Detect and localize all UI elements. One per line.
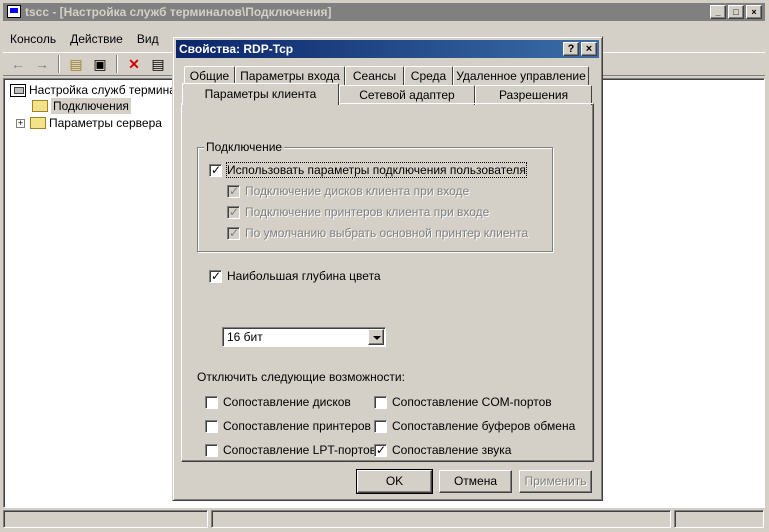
chevron-down-icon[interactable] [368,329,384,345]
help-button[interactable]: ? [563,42,579,56]
color-depth-label: Наибольшая глубина цвета [227,269,381,283]
connect-drives-label: Подключение дисков клиента при входе [245,184,470,198]
tab-environment[interactable]: Среда [404,66,453,86]
printer-mapping-checkbox[interactable]: Сопоставление принтеров [205,418,371,434]
checkbox-box[interactable] [205,419,218,433]
main-window-title: tscc - [Настройка служб терминалов\Подкл… [25,5,332,19]
tab-sessions[interactable]: Сеансы [345,66,404,86]
checkbox-box [227,184,240,198]
properties-icon[interactable]: ▤ [147,54,169,74]
console-app-icon [7,5,21,18]
tab-network-adapter[interactable]: Сетевой адаптер [339,85,475,105]
expand-icon[interactable]: + [16,118,25,128]
checkbox-box[interactable] [209,269,222,283]
statusbar [3,510,765,530]
color-depth-value: 16 бит [227,330,263,344]
status-cell [3,510,208,528]
color-depth-select[interactable]: 16 бит [222,327,386,347]
connect-printers-label: Подключение принтеров клиента при входе [245,205,490,219]
checkbox-box[interactable] [374,395,387,409]
forward-icon[interactable]: → [31,54,53,74]
drive-mapping-checkbox[interactable]: Сопоставление дисков [205,394,351,410]
audio-mapping-checkbox[interactable]: Сопоставление звука [374,442,511,458]
checkbox-box [227,205,240,219]
ok-button[interactable]: OK [356,469,433,494]
apply-button[interactable]: Применить [519,470,592,493]
disable-heading: Отключить следующие возможности: [197,370,405,384]
close-button[interactable]: × [746,5,762,19]
tab-panel-client-settings: Подключение Использовать параметры подкл… [181,103,594,462]
checkbox-box[interactable] [374,419,387,433]
tab-permissions[interactable]: Разрешения [475,85,592,105]
dialog-close-button[interactable]: × [581,42,597,56]
toolbar-separator [58,55,60,73]
dialog-title: Свойства: RDP-Tcp [179,42,294,56]
tree-root-label: Настройка служб терминал [29,83,183,97]
properties-dialog: Свойства: RDP-Tcp ? × Общие Параметры вх… [172,36,603,501]
tree-item-connections[interactable]: Подключения [32,98,131,114]
use-user-settings-label: Использовать параметры подключения польз… [226,162,527,178]
folder-icon [32,100,48,112]
tree-item-server-settings-label: Параметры сервера [49,116,162,130]
menu-view[interactable]: Вид [130,30,166,48]
audio-mapping-label: Сопоставление звука [392,443,512,457]
checkbox-box[interactable] [209,163,222,177]
default-printer-checkbox: По умолчанию выбрать основной принтер кл… [227,225,528,241]
status-cell [674,510,764,528]
maximize-button[interactable]: □ [728,5,744,19]
drive-mapping-label: Сопоставление дисков [223,395,351,409]
color-depth-checkbox[interactable]: Наибольшая глубина цвета [209,268,381,284]
back-icon[interactable]: ← [7,54,29,74]
menubar: Консоль Действие Вид [3,30,166,48]
connect-printers-checkbox: Подключение принтеров клиента при входе [227,204,489,220]
minimize-button[interactable]: _ [710,5,726,19]
menu-action[interactable]: Действие [63,30,130,48]
clipboard-mapping-label: Сопоставление буферов обмена [392,419,576,433]
tab-remote-control[interactable]: Удаленное управление [453,66,589,86]
menu-console[interactable]: Консоль [3,30,63,48]
toolbar-separator [116,55,118,73]
dialog-titlebar[interactable]: Свойства: RDP-Tcp ? × [176,40,599,58]
use-user-settings-checkbox[interactable]: Использовать параметры подключения польз… [209,162,527,178]
up-folder-icon[interactable]: ▤ [65,54,87,74]
default-printer-label: По умолчанию выбрать основной принтер кл… [245,226,529,240]
delete-icon[interactable]: ✕ [123,54,145,74]
com-mapping-label: Сопоставление COM-портов [392,395,552,409]
connection-group-legend: Подключение [204,140,285,154]
main-titlebar[interactable]: tscc - [Настройка служб терминалов\Подкл… [3,3,765,21]
cancel-button[interactable]: Отмена [439,470,512,493]
computer-icon [10,83,26,97]
folder-icon [30,117,46,129]
printer-mapping-label: Сопоставление принтеров [223,419,371,433]
connect-drives-checkbox: Подключение дисков клиента при входе [227,183,469,199]
clipboard-mapping-checkbox[interactable]: Сопоставление буферов обмена [374,418,575,434]
show-tree-icon[interactable]: ▣ [89,54,111,74]
com-mapping-checkbox[interactable]: Сопоставление COM-портов [374,394,552,410]
tab-client-settings[interactable]: Параметры клиента [182,83,339,105]
lpt-mapping-label: Сопоставление LPT-портов [223,443,376,457]
tree-item-connections-label: Подключения [51,98,131,114]
checkbox-box[interactable] [205,443,218,457]
tree-root[interactable]: Настройка служб терминал [10,82,183,98]
checkbox-box [227,226,240,240]
checkbox-box[interactable] [374,443,387,457]
lpt-mapping-checkbox[interactable]: Сопоставление LPT-портов [205,442,376,458]
status-cell [211,510,671,528]
tree-item-server-settings[interactable]: + Параметры сервера [16,115,162,131]
checkbox-box[interactable] [205,395,218,409]
